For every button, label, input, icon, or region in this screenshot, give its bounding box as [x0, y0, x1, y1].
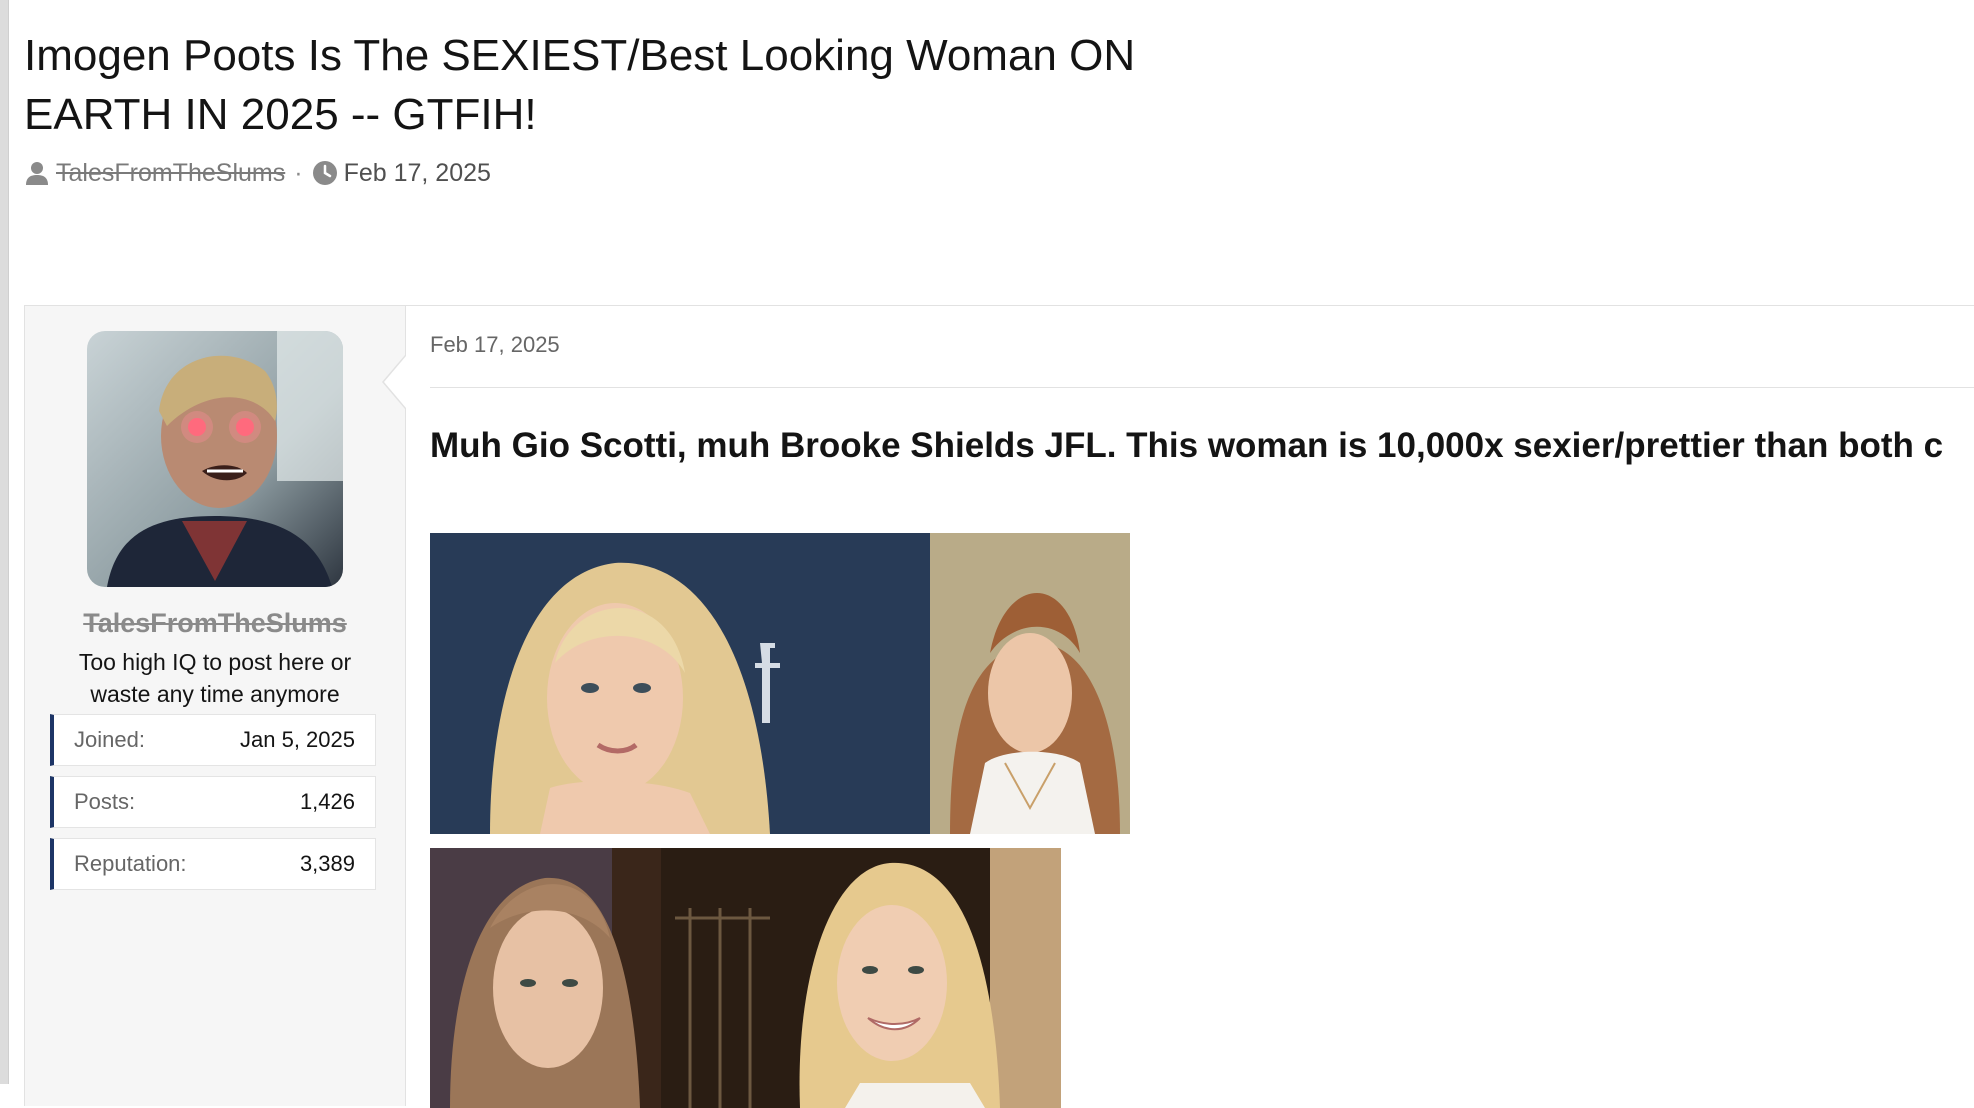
stat-label: Reputation: [74, 851, 187, 876]
thread-title: Imogen Poots Is The SEXIEST/Best Looking… [24, 31, 1136, 139]
stat-label: Joined: [74, 727, 145, 752]
stat-joined: Joined: Jan 5, 2025 [50, 714, 376, 766]
user-title: Too high IQ to post here or waste any ti… [78, 649, 352, 707]
thread-author-link[interactable]: TalesFromTheSlums [56, 159, 285, 188]
user-icon [26, 162, 48, 185]
post-username[interactable]: TalesFromTheSlums [25, 608, 405, 639]
meta-separator: · [294, 158, 303, 187]
stat-value: 3,389 [299, 851, 355, 876]
stat-value: 1,426 [299, 789, 355, 814]
post-image-1[interactable] [430, 533, 1130, 834]
thread-meta: TalesFromTheSlums · Feb 17, 2025 [24, 156, 491, 190]
stat-label: Posts: [74, 789, 136, 814]
post-user-sidebar: TalesFromTheSlums Too high IQ to post he… [25, 306, 406, 1106]
post-image-2[interactable] [430, 848, 1061, 1108]
stat-value: Jan 5, 2025 [240, 727, 355, 752]
post: TalesFromTheSlums Too high IQ to post he… [24, 305, 1974, 1108]
post-date-link[interactable]: Feb 17, 2025 [430, 332, 560, 358]
window-edge [0, 0, 9, 1084]
thread-date-link[interactable]: Feb 17, 2025 [344, 159, 491, 188]
clock-icon [312, 161, 337, 185]
post-header-divider [430, 387, 1974, 388]
avatar[interactable] [87, 331, 343, 587]
stat-reputation: Reputation: 3,389 [50, 838, 376, 890]
post-body-text: Muh Gio Scotti, muh Brooke Shields JFL. … [430, 426, 1944, 465]
stat-posts: Posts: 1,426 [50, 776, 376, 828]
